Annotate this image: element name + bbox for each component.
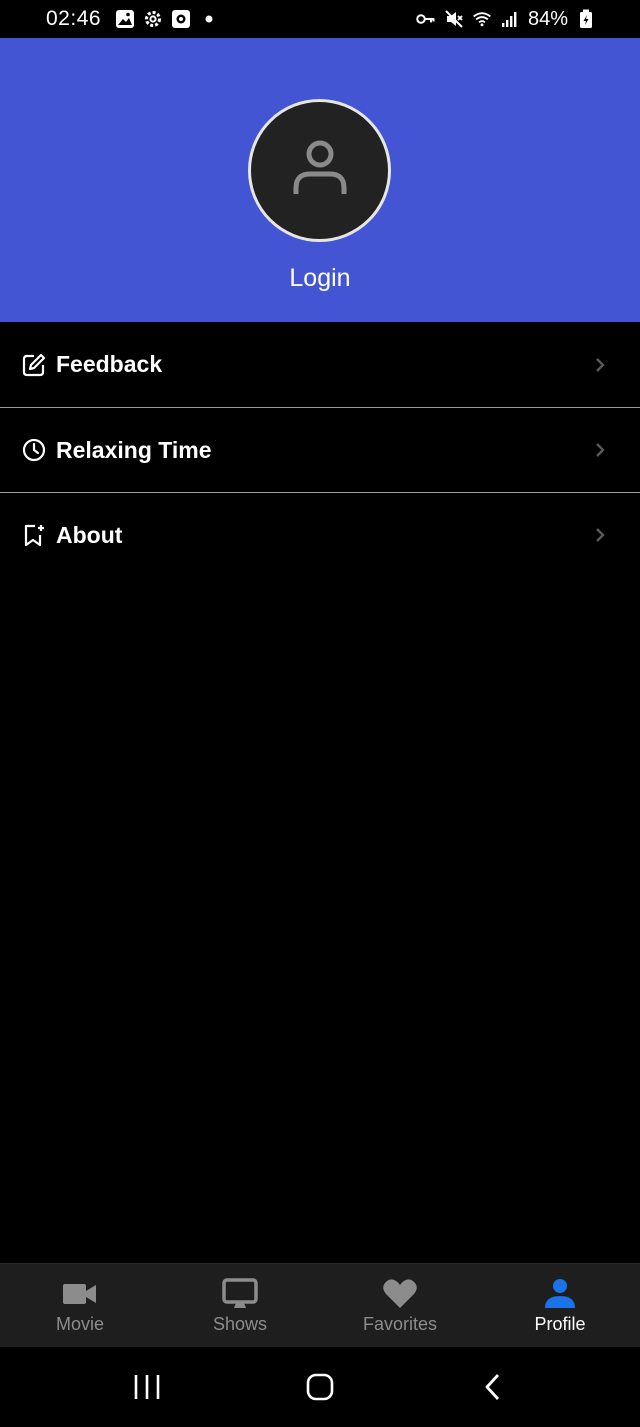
wifi-icon: [472, 9, 492, 29]
bookmark-icon: [22, 523, 46, 547]
chevron-right-icon: [594, 441, 606, 459]
nav-tab-movie[interactable]: Movie: [0, 1264, 160, 1347]
signal-icon: [500, 9, 520, 29]
mute-icon: [444, 9, 464, 29]
chevron-right-icon: [594, 526, 606, 544]
dot-icon: [199, 9, 219, 29]
avatar[interactable]: [248, 99, 391, 242]
nav-label: Profile: [534, 1314, 586, 1334]
status-bar-right: 84%: [416, 8, 596, 31]
bottom-nav: Movie Shows Favorites Profile: [0, 1263, 640, 1347]
menu-item-label: Relaxing Time: [56, 436, 212, 463]
menu-item-label: About: [56, 521, 123, 548]
chevron-right-icon: [594, 356, 606, 374]
settings-icon: [143, 9, 163, 29]
battery-icon: [576, 9, 596, 29]
status-time: 02:46: [46, 7, 102, 30]
heart-icon: [382, 1278, 418, 1310]
clock-icon: [22, 438, 46, 462]
status-bar: 02:46 84%: [0, 0, 640, 38]
nav-tab-profile[interactable]: Profile: [480, 1264, 640, 1347]
recents-button[interactable]: [127, 1367, 167, 1407]
user-icon: [292, 138, 348, 203]
status-bar-left: 02:46: [46, 7, 219, 31]
edit-icon: [22, 353, 46, 377]
menu-item-relaxing-time[interactable]: Relaxing Time: [0, 407, 640, 492]
video-camera-icon: [62, 1278, 98, 1310]
monitor-icon: [222, 1278, 258, 1310]
menu-item-about[interactable]: About: [0, 492, 640, 577]
image-icon: [115, 9, 135, 29]
profile-menu: Feedback Relaxing Time About: [0, 322, 640, 577]
app-icon: [171, 9, 191, 29]
person-icon: [542, 1278, 578, 1310]
battery-percent: 84%: [527, 7, 568, 30]
nav-label: Shows: [212, 1314, 268, 1334]
nav-tab-shows[interactable]: Shows: [160, 1264, 320, 1347]
menu-item-label: Feedback: [56, 351, 163, 377]
nav-label: Movie: [55, 1314, 104, 1334]
home-button[interactable]: [300, 1367, 340, 1407]
key-icon: [416, 9, 436, 29]
system-nav-bar: [0, 1347, 640, 1427]
menu-item-feedback[interactable]: Feedback: [0, 322, 640, 407]
profile-header: Login: [0, 38, 640, 322]
login-link[interactable]: Login: [0, 264, 640, 293]
back-button[interactable]: [473, 1367, 513, 1407]
nav-label: Favorites: [362, 1314, 438, 1334]
nav-tab-favorites[interactable]: Favorites: [320, 1264, 480, 1347]
